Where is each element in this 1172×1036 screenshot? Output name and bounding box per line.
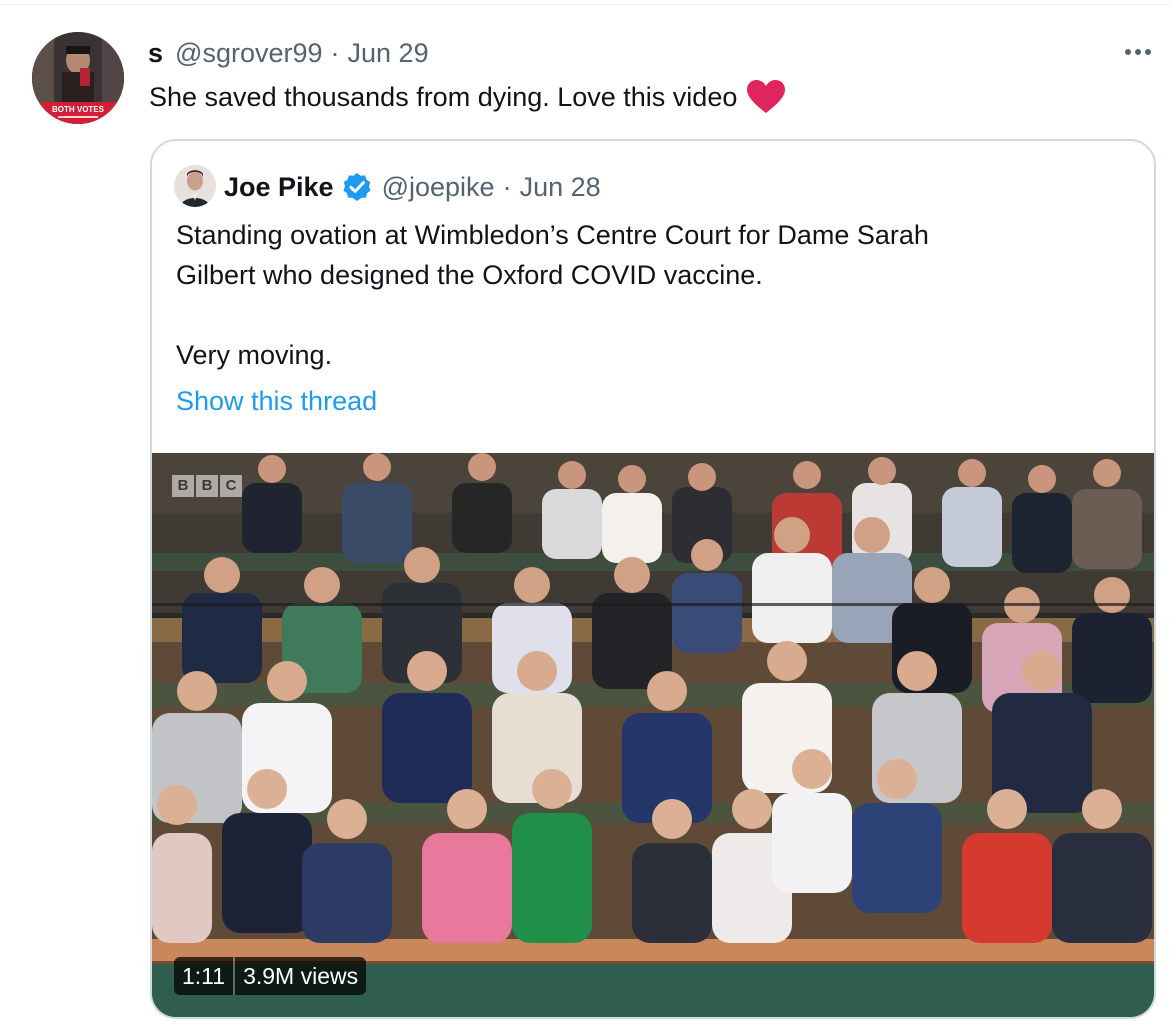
quoted-avatar-image bbox=[174, 165, 216, 207]
header-separator: · bbox=[330, 37, 340, 68]
tweet-text-content: She saved thousands from dying. Love thi… bbox=[149, 82, 738, 112]
bbc-logo-letter: C bbox=[220, 475, 242, 497]
avatar-badge-text: BOTH VOTES bbox=[52, 105, 105, 114]
tweet-date[interactable]: Jun 29 bbox=[348, 38, 429, 69]
quoted-text-line: Gilbert who designed the Oxford COVID va… bbox=[176, 260, 763, 290]
quoted-header-separator: · bbox=[502, 171, 512, 202]
tweet-text: She saved thousands from dying. Love thi… bbox=[149, 78, 786, 116]
avatar-image: BOTH VOTES bbox=[32, 32, 124, 124]
video-player[interactable]: B B C 1:11 3.9M views bbox=[152, 453, 1154, 1017]
bbc-logo-letter: B bbox=[172, 475, 194, 497]
quoted-text-line: Very moving. bbox=[176, 340, 333, 370]
quoted-author-display-name[interactable]: Joe Pike bbox=[224, 172, 334, 203]
bbc-logo-letter: B bbox=[196, 475, 218, 497]
show-thread-link[interactable]: Show this thread bbox=[176, 381, 377, 421]
quoted-tweet-text: Standing ovation at Wimbledon’s Centre C… bbox=[176, 215, 1116, 375]
video-view-count: 3.9M views bbox=[243, 963, 359, 989]
author-avatar[interactable]: BOTH VOTES bbox=[32, 32, 124, 124]
video-thumbnail bbox=[152, 453, 1154, 1017]
tweet-header: s @sgrover99 · Jun 29 bbox=[148, 36, 429, 70]
author-handle[interactable]: @sgrover99 bbox=[175, 38, 322, 69]
more-options-icon[interactable] bbox=[1118, 38, 1158, 66]
verified-badge-icon bbox=[342, 173, 371, 201]
quoted-text-line: Standing ovation at Wimbledon’s Centre C… bbox=[176, 220, 929, 250]
quoted-tweet-header: Joe Pike @joepike · Jun 28 bbox=[224, 169, 601, 205]
quoted-author-avatar[interactable] bbox=[174, 165, 216, 207]
quoted-author-handle[interactable]: @joepike bbox=[382, 172, 495, 203]
quoted-tweet-card[interactable]: Joe Pike @joepike · Jun 28 Standing ovat… bbox=[150, 139, 1156, 1019]
top-divider bbox=[0, 4, 1172, 5]
quoted-tweet-date[interactable]: Jun 28 bbox=[520, 172, 601, 203]
video-stats-badge: 1:11 3.9M views bbox=[174, 957, 367, 995]
bbc-logo: B B C bbox=[172, 475, 242, 497]
video-duration: 1:11 bbox=[174, 957, 236, 995]
red-heart-icon bbox=[747, 80, 786, 113]
author-display-name[interactable]: s bbox=[148, 38, 163, 69]
